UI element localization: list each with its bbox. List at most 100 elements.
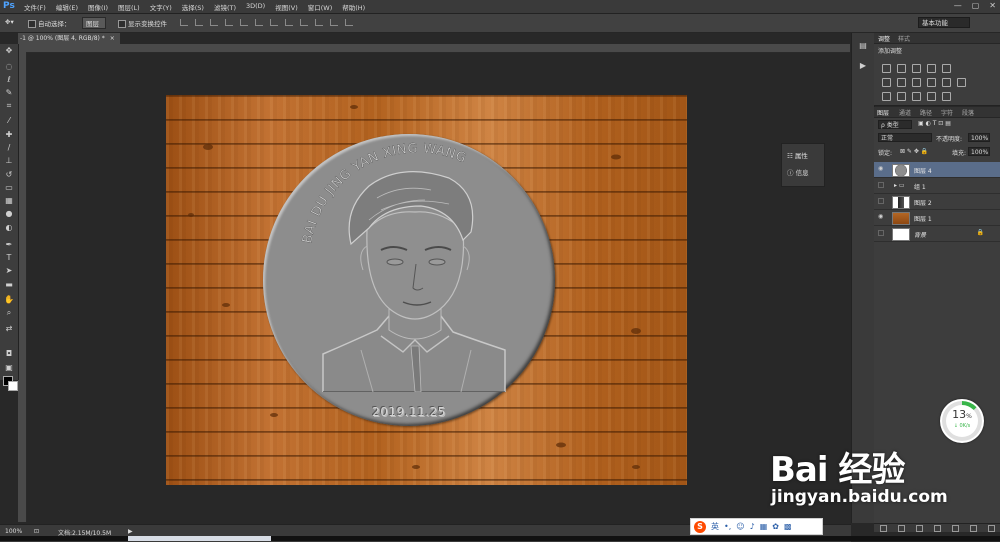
layer-row-layer4[interactable]: ◉ 图层 4 (874, 162, 1000, 178)
photo-filter-icon[interactable] (927, 78, 936, 87)
ime-tools-icon[interactable]: ▩ (784, 522, 792, 531)
hand-tool-icon[interactable]: ✋ (4, 295, 14, 305)
add-mask-icon[interactable] (915, 524, 923, 532)
ime-punctuation-icon[interactable]: •, (724, 522, 731, 531)
posterize-icon[interactable] (897, 92, 906, 101)
eyedropper-tool-icon[interactable]: ⁄ (4, 116, 14, 126)
marquee-tool-icon[interactable]: ◌ (4, 62, 14, 72)
document-tab[interactable]: -1 @ 100% (图层 4, RGB/8) * × (18, 33, 120, 44)
layer-row-layer1[interactable]: ◉ 图层 1 (874, 210, 1000, 226)
invert-icon[interactable] (882, 92, 891, 101)
menu-3d[interactable]: 3D(D) (246, 2, 265, 12)
clone-stamp-icon[interactable]: ⊥ (4, 156, 14, 166)
distribute-hcenter-icon[interactable] (330, 19, 338, 26)
opacity-field[interactable]: 100% (968, 133, 990, 142)
menu-help[interactable]: 帮助(H) (342, 2, 365, 12)
distribute-right-icon[interactable] (345, 19, 353, 26)
lasso-tool-icon[interactable]: ℓ (4, 75, 14, 85)
pen-tool-icon[interactable]: ✒ (4, 240, 14, 250)
ime-emoji-icon[interactable]: ☺ (736, 522, 744, 531)
brightness-icon[interactable] (882, 64, 891, 73)
dodge-tool-icon[interactable]: ◐ (4, 223, 14, 233)
blend-mode-dropdown[interactable]: 正常 (878, 133, 932, 142)
hue-saturation-icon[interactable] (882, 78, 891, 87)
visibility-eye-icon[interactable]: ◉ (878, 166, 884, 172)
tab-adjustments[interactable]: 调整 (878, 34, 890, 43)
background-color-swatch[interactable] (8, 381, 18, 391)
type-tool-icon[interactable]: T (4, 253, 14, 263)
menu-layer[interactable]: 图层(L) (118, 2, 140, 12)
zoom-level[interactable]: 100% (5, 528, 22, 535)
auto-select-dropdown[interactable]: 图层 (82, 17, 106, 29)
actions-panel-icon[interactable]: ▶ (858, 61, 868, 71)
new-group-icon[interactable] (951, 524, 959, 532)
default-colors-icon[interactable]: ⇄ (4, 324, 14, 334)
layer-row-group1[interactable]: ▸ ▭ 组 1 (874, 178, 1000, 194)
menu-select[interactable]: 选择(S) (182, 2, 204, 12)
screen-mode-icon[interactable]: ▣ (4, 363, 14, 373)
gradient-map-icon[interactable] (942, 92, 951, 101)
tab-styles[interactable]: 样式 (898, 34, 910, 43)
color-balance-icon[interactable] (897, 78, 906, 87)
network-speed-widget[interactable]: 13% ↓ 0K/s (940, 399, 984, 443)
threshold-icon[interactable] (912, 92, 921, 101)
black-white-icon[interactable] (912, 78, 921, 87)
layer-filter-dropdown[interactable]: ρ 类型 (878, 120, 912, 129)
tab-paragraph[interactable]: 段落 (962, 108, 974, 117)
adjustment-layer-icon[interactable] (933, 524, 941, 532)
menu-filter[interactable]: 滤镜(T) (214, 2, 236, 12)
fx-icon[interactable] (897, 524, 905, 532)
align-hcenter-icon[interactable] (240, 19, 248, 26)
workspace-dropdown[interactable]: 基本功能 (918, 17, 970, 28)
export-icon[interactable]: ⊡ (34, 528, 39, 535)
eraser-tool-icon[interactable]: ▭ (4, 183, 14, 193)
crop-tool-icon[interactable]: ⌗ (4, 101, 14, 111)
menu-type[interactable]: 文字(Y) (150, 2, 172, 12)
brush-tool-icon[interactable]: / (4, 143, 14, 153)
layer-row-background[interactable]: 背景 🔒 (874, 226, 1000, 242)
selective-color-icon[interactable] (927, 92, 936, 101)
shape-tool-icon[interactable]: ▬ (4, 280, 14, 290)
align-bottom-icon[interactable] (210, 19, 218, 26)
distribute-top-icon[interactable] (270, 19, 278, 26)
align-right-icon[interactable] (255, 19, 263, 26)
quick-mask-icon[interactable]: ◘ (4, 349, 14, 359)
move-tool-icon[interactable]: ✥ (4, 46, 14, 56)
auto-select-checkbox[interactable]: 自动选择： (28, 18, 71, 28)
menu-edit[interactable]: 编辑(E) (56, 2, 78, 12)
visibility-empty-icon[interactable] (878, 182, 884, 188)
visibility-eye-icon[interactable]: ◉ (878, 214, 884, 220)
channel-mixer-icon[interactable] (942, 78, 951, 87)
exposure-icon[interactable] (927, 64, 936, 73)
curves-icon[interactable] (912, 64, 921, 73)
show-transform-checkbox[interactable]: 显示变换控件 (118, 18, 167, 28)
visibility-empty-icon[interactable] (878, 198, 884, 204)
menu-file[interactable]: 文件(F) (24, 2, 46, 12)
path-select-icon[interactable]: ➤ (4, 266, 14, 276)
move-tool-icon[interactable]: ✥▾ (5, 18, 14, 26)
history-panel-icon[interactable]: ▤ (858, 41, 868, 51)
distribute-left-icon[interactable] (315, 19, 323, 26)
distribute-bottom-icon[interactable] (300, 19, 308, 26)
distribute-vcenter-icon[interactable] (285, 19, 293, 26)
tab-channels[interactable]: 通道 (899, 108, 911, 117)
color-lookup-icon[interactable] (957, 78, 966, 87)
history-brush-icon[interactable]: ↺ (4, 170, 14, 180)
filter-icons[interactable]: ▣ ◐ T ⊡ ▤ (918, 120, 951, 127)
zoom-tool-icon[interactable]: ⌕ (4, 308, 14, 318)
levels-icon[interactable] (897, 64, 906, 73)
healing-brush-icon[interactable]: ✚ (4, 130, 14, 140)
link-layers-icon[interactable] (879, 524, 887, 532)
status-menu-arrow-icon[interactable]: ▶ (128, 528, 133, 535)
fill-field[interactable]: 100% (968, 147, 990, 156)
ime-keyboard-icon[interactable]: ▦ (760, 522, 768, 531)
ime-skin-icon[interactable]: ✿ (772, 522, 779, 531)
ime-voice-icon[interactable]: ♪ (750, 522, 755, 531)
ime-mode-toggle[interactable]: 英 (711, 521, 719, 532)
layer-row-layer2[interactable]: 图层 2 (874, 194, 1000, 210)
blur-tool-icon[interactable]: ● (4, 209, 14, 219)
lock-icons[interactable]: ⊠ ✎ ✥ 🔒 (900, 148, 928, 155)
close-tab-icon[interactable]: × (110, 35, 115, 42)
visibility-empty-icon[interactable] (878, 230, 884, 236)
tab-character[interactable]: 字符 (941, 108, 953, 117)
